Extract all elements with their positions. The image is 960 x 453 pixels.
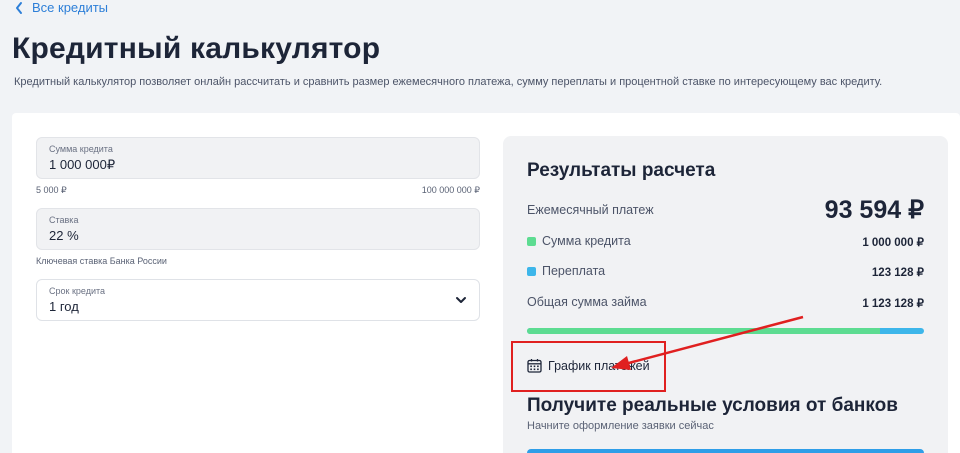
back-link-label: Все кредиты [32,0,109,15]
monthly-payment-label: Ежемесячный платеж [527,203,654,217]
credit-amount-value[interactable]: 1 000 000₽ [49,157,467,173]
term-select[interactable]: Срок кредита 1 год [36,279,480,321]
apply-button[interactable] [527,449,924,453]
annotation-highlight-box [511,341,666,392]
principal-value: 1 000 000 ₽ [862,237,924,249]
amount-max-label: 100 000 000 ₽ [421,185,480,195]
chevron-down-icon [456,297,466,303]
term-value: 1 год [49,299,79,314]
key-rate-link[interactable]: Ключевая ставка Банка России [36,256,167,266]
chevron-left-icon [16,1,22,14]
monthly-payment-label-text: Ежемесячный платеж [527,203,654,217]
rate-label: Ставка [49,215,79,225]
credit-amount-label: Сумма кредита [49,144,113,154]
rate-value[interactable]: 22 % [49,228,467,243]
amount-min-label: 5 000 ₽ [36,185,67,195]
results-title: Результаты расчета [527,160,716,181]
principal-legend-dot [527,236,536,246]
rate-field[interactable]: Ставка 22 % [36,208,480,250]
overpay-value: 123 128 ₽ [871,267,924,279]
overpay-legend-dot [527,266,536,276]
principal-overpay-bar [527,328,924,334]
banks-offer-subtitle: Начните оформление заявки сейчас [527,420,714,432]
total-value: 1 123 128 ₽ [862,298,924,310]
term-label: Срок кредита [49,286,106,296]
monthly-payment-value: 93 594 ₽ [824,196,924,224]
total-row: Общая сумма займа [527,295,647,309]
back-link-all-credits[interactable]: Все кредиты [14,0,108,15]
overpay-row: Переплата [527,264,605,278]
principal-bar-fill [527,328,881,334]
banks-offer-title: Получите реальные условия от банков [527,395,898,416]
total-label: Общая сумма займа [527,295,647,309]
page-description: Кредитный калькулятор позволяет онлайн р… [14,76,883,88]
principal-row: Сумма кредита [527,234,631,248]
credit-amount-field[interactable]: Сумма кредита 1 000 000₽ [36,137,480,179]
page-title: Кредитный калькулятор [12,32,381,65]
principal-label: Сумма кредита [542,234,631,248]
overpay-label: Переплата [542,264,606,278]
